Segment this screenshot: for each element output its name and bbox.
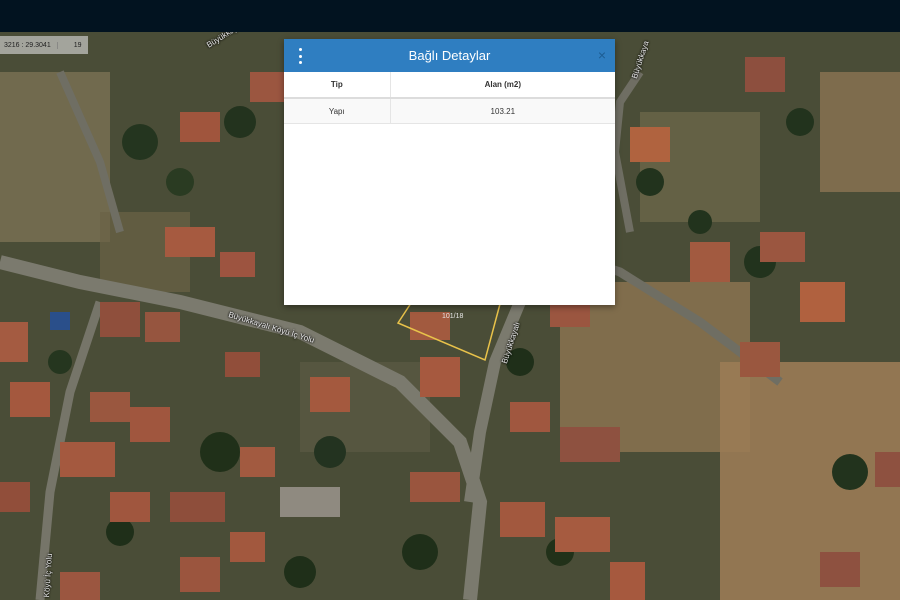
- more-options-icon[interactable]: [294, 48, 306, 64]
- cell-area: 103.21: [390, 98, 615, 124]
- linked-details-dialog: Bağlı Detaylar × Tip Alan (m2) Yapı 103.…: [284, 39, 615, 305]
- parcel-number: 101/18: [442, 313, 464, 320]
- zoom-level: 19: [56, 41, 88, 49]
- column-header-type[interactable]: Tip: [284, 72, 391, 99]
- column-header-area[interactable]: Alan (m2): [390, 72, 615, 99]
- dialog-header: Bağlı Detaylar ×: [284, 39, 615, 72]
- close-icon[interactable]: ×: [598, 46, 606, 64]
- table-row[interactable]: Yapı 103.21: [284, 98, 615, 124]
- coordinate-value: 3216 : 29.3041: [4, 41, 51, 49]
- dialog-title: Bağlı Detaylar: [408, 48, 491, 63]
- cell-type: Yapı: [284, 98, 391, 124]
- top-bar: [0, 0, 900, 32]
- details-table: Tip Alan (m2) Yapı 103.21: [284, 72, 615, 124]
- coordinate-readout: 3216 : 29.3041 19: [0, 36, 88, 54]
- table-header-row: Tip Alan (m2): [284, 72, 615, 99]
